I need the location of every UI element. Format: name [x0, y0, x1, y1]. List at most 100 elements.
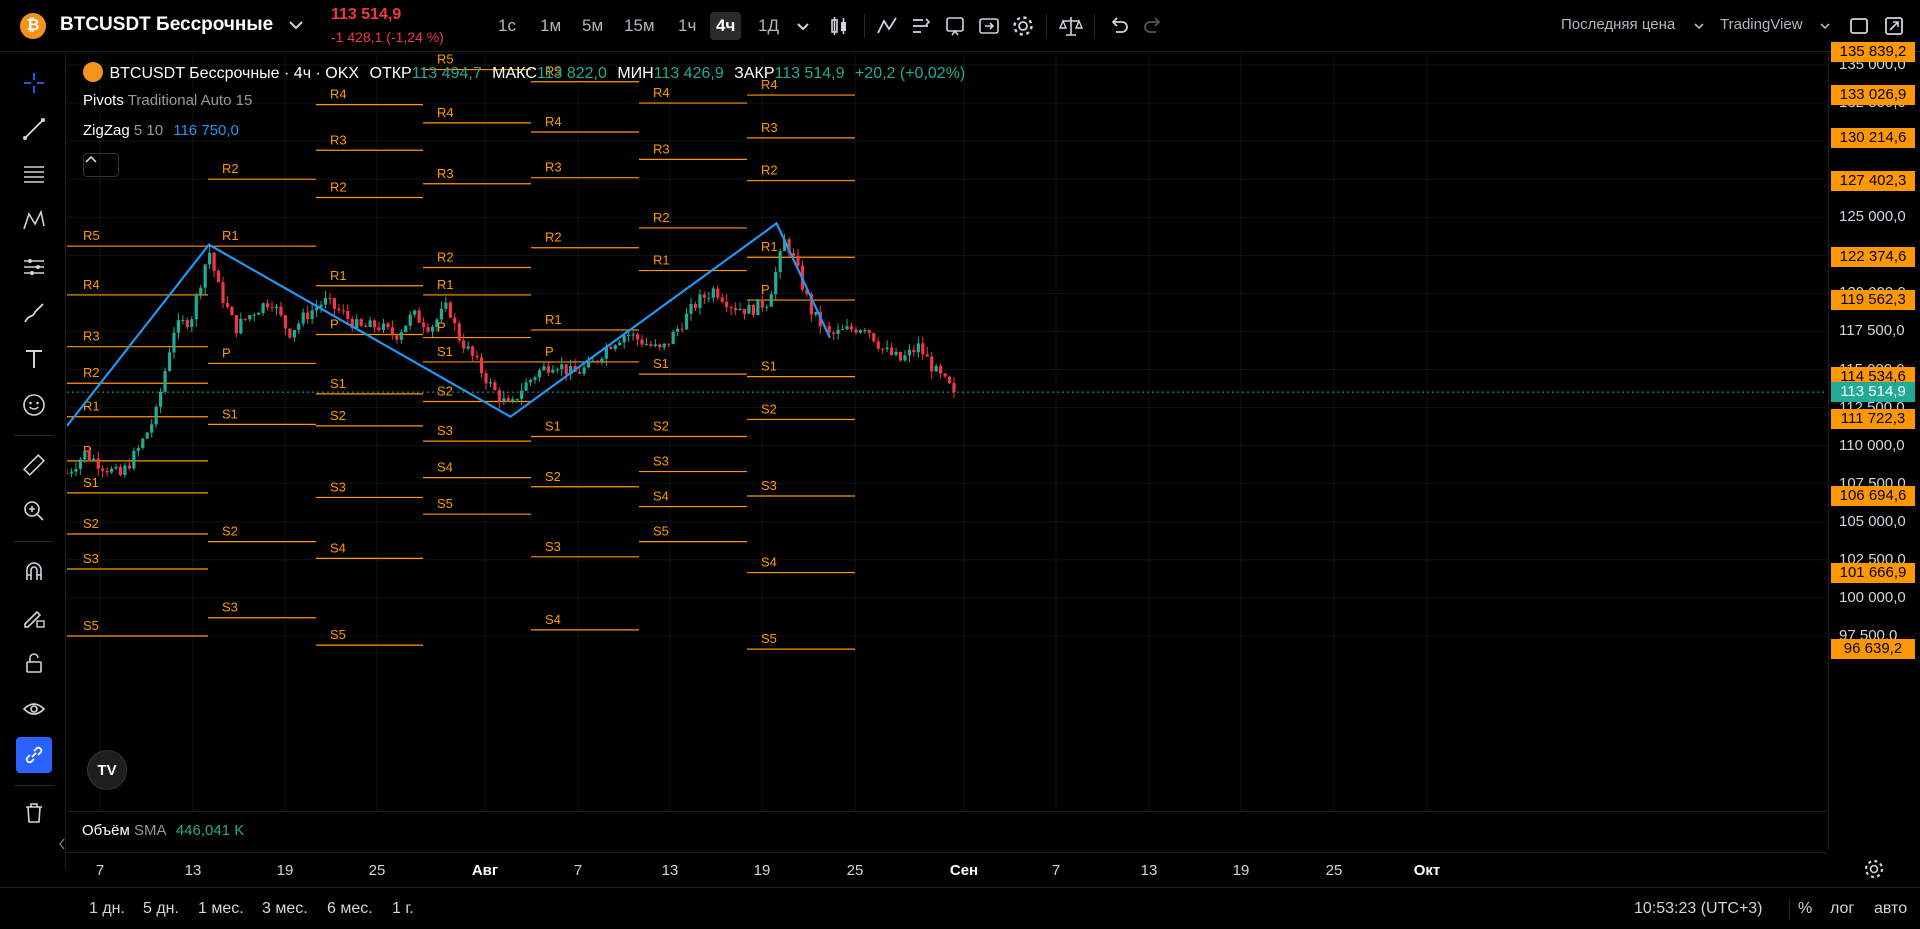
candle-body [190, 319, 194, 327]
legend-collapse-button[interactable] [83, 153, 119, 177]
sync-drawings-tool[interactable] [16, 737, 52, 773]
symbol-search-button[interactable]: BTCUSDT Бессрочные [60, 14, 273, 36]
volume-sma-label: SMA [133, 822, 166, 839]
candle-body [167, 352, 172, 371]
chevron-down-icon[interactable] [1686, 13, 1712, 39]
chart-pane[interactable]: R5 R4 R3 R2 R1 P S1 S2 S3 S5 R2 R1 P S1 S2 S3 R4 R3 R2 R1 P S… [67, 53, 1827, 810]
pivot-level-label: R1 [330, 268, 347, 283]
chevron-down-icon[interactable] [285, 12, 307, 38]
tradingview-logo[interactable]: TV [87, 750, 127, 790]
candle-body [898, 351, 903, 361]
fullscreen-icon[interactable] [1881, 13, 1907, 39]
timeframe-4h[interactable]: 4ч [710, 12, 742, 40]
text-tool[interactable] [16, 341, 52, 377]
price-chart[interactable]: R5 R4 R3 R2 R1 P S1 S2 S3 S5 R2 R1 P S1 S2 S3 R4 R3 R2 R1 P S… [67, 53, 1827, 810]
range-6m[interactable]: 6 мес. [327, 900, 373, 918]
time-tick-label: 7 [1051, 862, 1061, 879]
pivot-level-label: R2 [330, 179, 347, 194]
range-1y[interactable]: 1 г. [392, 900, 414, 918]
chart-source-dropdown[interactable]: TradingView [1720, 16, 1803, 33]
time-tick-label: Сен [949, 862, 979, 879]
remove-drawings-tool[interactable] [16, 795, 52, 831]
indicator-templates-icon[interactable] [908, 13, 934, 39]
pattern-tool[interactable] [16, 203, 52, 239]
legend-change: +20,2 (+0,02%) [854, 65, 966, 82]
brush-tool[interactable] [16, 295, 52, 331]
range-3m[interactable]: 3 мес. [262, 900, 308, 918]
hide-drawings-tool[interactable] [16, 691, 52, 727]
indicators-icon[interactable] [874, 13, 900, 39]
timeframe-dropdown-icon[interactable] [790, 13, 816, 39]
zigzag-name: ZigZag [83, 122, 130, 139]
magnet-tool[interactable] [16, 553, 52, 589]
candle-body [635, 334, 640, 340]
candle-body [796, 255, 800, 266]
range-5d[interactable]: 5 дн. [143, 900, 179, 918]
fib-tool[interactable] [16, 157, 52, 193]
timeframe-1h[interactable]: 1ч [672, 12, 702, 40]
percent-toggle[interactable]: % [1798, 900, 1812, 918]
pivots-legend[interactable]: Pivots Traditional Auto 15 [83, 92, 252, 109]
chart-settings-icon[interactable] [1862, 857, 1886, 881]
volume-pane[interactable]: Объём SMA 446,041 K [67, 811, 1827, 851]
replay-icon[interactable] [976, 13, 1002, 39]
candle-body [894, 351, 898, 355]
chevron-down-icon[interactable] [1812, 13, 1838, 39]
time-axis[interactable]: 7 13 19 25 Авг 7 13 19 25 Сен 7 13 19 25 Окт [67, 852, 1827, 886]
pivot-level-label: S1 [761, 359, 777, 374]
candle-body [252, 314, 256, 316]
volume-label: Объём [82, 822, 130, 839]
lock-all-tool[interactable] [16, 645, 52, 681]
candle-body [306, 312, 310, 319]
auto-toggle[interactable]: авто [1874, 900, 1907, 918]
candle-body [444, 302, 448, 309]
timeframe-1m[interactable]: 1м [534, 12, 567, 40]
candles-chart-type-icon[interactable] [826, 13, 852, 39]
redo-icon[interactable] [1140, 13, 1166, 39]
timeframe-5m[interactable]: 5м [576, 12, 609, 40]
lock-drawing-tool[interactable] [16, 599, 52, 635]
top-toolbar: ₿ BTCUSDT Бессрочные 113 514,9 -1 428,1 … [0, 0, 1920, 52]
timeframe-1d[interactable]: 1Д [752, 12, 785, 40]
candle-body [689, 304, 693, 314]
log-toggle[interactable]: лог [1830, 900, 1854, 918]
layout-icon[interactable] [1846, 13, 1872, 39]
pivot-level-label: R4 [330, 87, 347, 102]
candle-body [845, 326, 849, 330]
candle-body [595, 360, 600, 362]
emoji-tool[interactable] [16, 387, 52, 423]
candle-body [430, 326, 435, 332]
alert-icon[interactable] [942, 13, 968, 39]
timeframe-15m[interactable]: 15м [618, 12, 661, 40]
ruler-tool[interactable] [16, 447, 52, 483]
candle-body [756, 299, 760, 315]
volume-legend[interactable]: Объём SMA 446,041 K [82, 822, 244, 839]
candle-body [479, 357, 484, 374]
pivot-level-label: R3 [437, 166, 454, 181]
candle-body [462, 340, 466, 349]
time-tick-label: 25 [368, 862, 386, 879]
candle-body [760, 299, 764, 308]
price-axis[interactable]: 135 000,0132 500,0130 000,0127 500,0125 … [1828, 42, 1920, 851]
range-1m[interactable]: 1 мес. [198, 900, 244, 918]
pivot-level-label: P [761, 282, 770, 297]
crosshair-tool[interactable] [16, 65, 52, 101]
candle-body [836, 329, 840, 334]
candle-body [649, 344, 653, 346]
zoom-tool[interactable] [16, 493, 52, 529]
settings-gear-icon[interactable] [1010, 13, 1036, 39]
clock-timezone[interactable]: 10:53:23 (UTC+3) [1634, 900, 1763, 918]
range-1d[interactable]: 1 дн. [89, 900, 125, 918]
forecast-tool[interactable] [16, 249, 52, 285]
pivot-level-label: P [545, 344, 554, 359]
undo-icon[interactable] [1106, 13, 1132, 39]
candle-body [778, 251, 782, 273]
zigzag-legend[interactable]: ZigZag 5 10 116 750,0 [83, 122, 239, 139]
trend-line-tool[interactable] [16, 111, 52, 147]
price-type-dropdown[interactable]: Последняя цена [1561, 16, 1675, 33]
timeframe-1s[interactable]: 1с [492, 12, 522, 40]
compare-scale-icon[interactable] [1058, 13, 1084, 39]
candle-body [399, 332, 403, 340]
collapse-toolbar-icon[interactable] [58, 837, 66, 851]
candle-body [150, 424, 154, 433]
